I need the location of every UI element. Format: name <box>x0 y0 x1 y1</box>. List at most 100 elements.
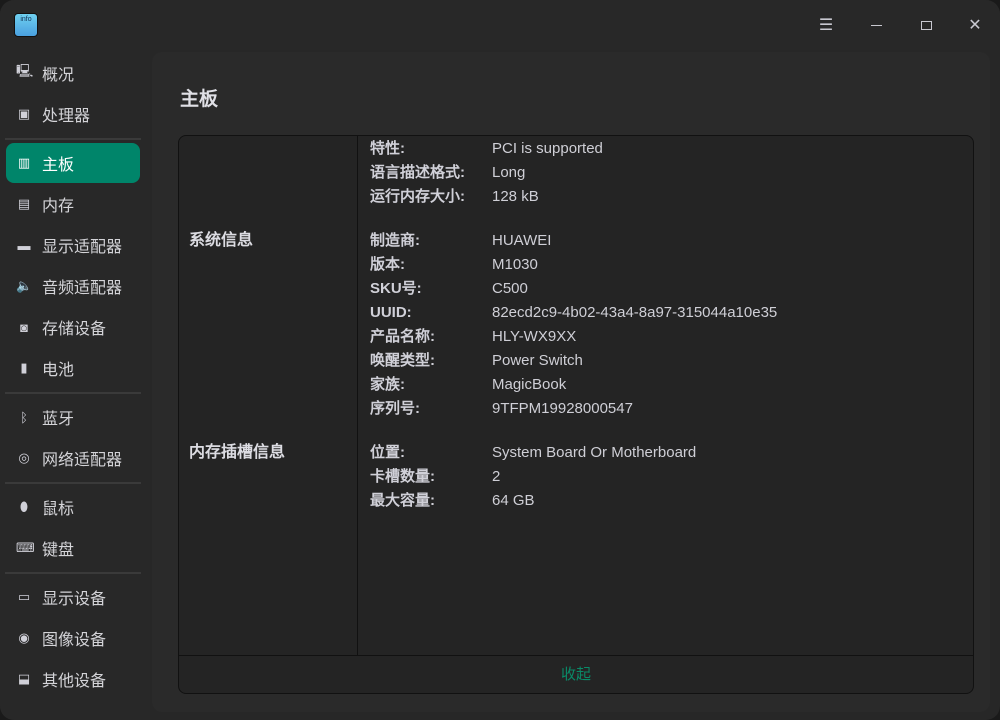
storage-icon: ◙ <box>20 319 28 335</box>
bluetooth-icon: ᛒ <box>20 409 28 425</box>
sidebar-item[interactable]: ⌨ 键盘 <box>6 528 140 568</box>
cpu-icon: ▣ <box>17 106 31 121</box>
info-value: 64 GB <box>492 492 535 509</box>
info-row: 卡槽数量: 2 <box>370 465 973 489</box>
info-key: UUID: <box>370 304 412 321</box>
info-value: HLY-WX9XX <box>492 328 577 345</box>
sidebar-separator <box>5 138 141 140</box>
info-value: C500 <box>492 280 528 297</box>
maximize-button[interactable] <box>913 12 939 38</box>
info-key: SKU号: <box>370 280 422 297</box>
sidebar-item[interactable]: ▬ 显示适配器 <box>6 225 140 265</box>
info-value: 9TFPM19928000547 <box>492 400 633 417</box>
info-value: 82ecd2c9-4b02-43a4-8a97-315044a10e35 <box>492 304 778 321</box>
close-button[interactable]: ✕ <box>962 12 988 38</box>
sidebar-item[interactable]: ⬓ 其他设备 <box>6 659 140 699</box>
collapse-button[interactable]: 收起 <box>179 655 973 693</box>
sidebar-item-label: 主板 <box>42 157 75 174</box>
motherboard-icon: ▥ <box>17 155 31 170</box>
keyboard-icon: ⌨ <box>16 540 35 555</box>
info-value: PCI is supported <box>492 140 603 157</box>
device-info-window: info ☰ ✕ 🖳 概况 ▣ 处理器 ▥ 主板 ▤ 内存 ▬ 显示适配器 🔈 音频适配器 ◙ 存储设备 ▮… <box>0 0 1000 720</box>
info-value: MagicBook <box>492 376 567 393</box>
sidebar: 🖳 概况 ▣ 处理器 ▥ 主板 ▤ 内存 ▬ 显示适配器 🔈 音频适配器 ◙ 存储设备 ▮ 电池 ᛒ 蓝牙 ◎ 网络适… <box>0 50 150 720</box>
minimize-icon <box>870 24 882 26</box>
sidebar-item[interactable]: ▭ 显示设备 <box>6 577 140 617</box>
computer-icon: 🖳 <box>16 63 34 78</box>
app-logo-icon: info <box>14 13 38 37</box>
info-section: ACPI is supportedUSB legacy is supported… <box>179 136 973 219</box>
network-icon: ◎ <box>18 450 30 465</box>
maximize-icon <box>920 20 932 30</box>
section-label: 系统信息 <box>189 232 254 249</box>
sidebar-separator <box>5 572 141 574</box>
sidebar-item-label: 网络适配器 <box>42 452 123 469</box>
sidebar-item[interactable]: ⬮ 鼠标 <box>6 487 140 527</box>
info-row: 版本: M1030 <box>370 253 973 277</box>
section-label: 内存插槽信息 <box>189 444 286 461</box>
monitor-icon: ▭ <box>17 589 31 604</box>
info-key: 唤醒类型: <box>370 352 435 369</box>
info-section: 内存插槽信息 位置: System Board Or Motherboard 卡槽数量… <box>179 431 973 523</box>
sidebar-item-label: 显示设备 <box>42 591 107 608</box>
section-label <box>179 136 358 209</box>
sidebar-item-label: 处理器 <box>42 108 91 125</box>
menu-icon: ☰ <box>818 17 834 34</box>
info-row: 家族: MagicBook <box>370 373 973 397</box>
sidebar-item[interactable]: ᛒ 蓝牙 <box>6 397 140 437</box>
info-row: 语言描述格式: Long <box>370 161 973 185</box>
info-key: 序列号: <box>370 400 420 417</box>
info-key: 语言描述格式: <box>370 164 465 181</box>
info-value: System Board Or Motherboard <box>492 444 697 461</box>
minimize-button[interactable] <box>863 12 889 38</box>
info-table: ACPI is supportedUSB legacy is supported… <box>178 135 974 694</box>
sidebar-item[interactable]: ▣ 处理器 <box>6 94 140 134</box>
memory-icon: ▤ <box>17 196 31 211</box>
sidebar-item-label: 显示适配器 <box>42 239 123 256</box>
info-key: 卡槽数量: <box>370 468 435 485</box>
sidebar-separator <box>5 392 141 394</box>
info-row: 唤醒类型: Power Switch <box>370 349 973 373</box>
info-row: 序列号: 9TFPM19928000547 <box>370 397 973 421</box>
sidebar-item[interactable]: ◙ 存储设备 <box>6 307 140 347</box>
sidebar-item-label: 其他设备 <box>42 673 107 690</box>
speaker-icon: 🔈 <box>16 278 33 293</box>
sidebar-item[interactable]: 🖳 概况 <box>6 53 140 93</box>
sidebar-item-label: 音频适配器 <box>42 280 123 297</box>
sidebar-item-label: 图像设备 <box>42 632 107 649</box>
mouse-icon: ⬮ <box>19 499 29 514</box>
info-value: 128 kB <box>492 188 539 205</box>
close-icon: ✕ <box>968 17 982 34</box>
info-value: Power Switch <box>492 352 583 369</box>
info-key: 产品名称: <box>370 328 435 345</box>
info-table-body[interactable]: ACPI is supportedUSB legacy is supported… <box>179 136 973 655</box>
sidebar-separator <box>5 482 141 484</box>
sidebar-item[interactable]: ▤ 内存 <box>6 184 140 224</box>
sidebar-item-label: 概况 <box>42 67 75 84</box>
sidebar-item[interactable]: ◉ 图像设备 <box>6 618 140 658</box>
sidebar-item-label: 内存 <box>42 198 75 215</box>
sidebar-item-label: 键盘 <box>42 542 75 559</box>
info-key: 特性: <box>370 140 405 157</box>
sidebar-item-label: 鼠标 <box>42 501 75 518</box>
sidebar-item[interactable]: ▮ 电池 <box>6 348 140 388</box>
info-row: 位置: System Board Or Motherboard <box>370 441 973 465</box>
info-key: 运行内存大小: <box>370 188 465 205</box>
info-value: 2 <box>492 468 501 485</box>
info-key: 版本: <box>370 256 405 273</box>
sidebar-item[interactable]: 🔈 音频适配器 <box>6 266 140 306</box>
column-divider <box>357 136 358 655</box>
info-row: SKU号: C500 <box>370 277 973 301</box>
sidebar-item[interactable]: ◎ 网络适配器 <box>6 438 140 478</box>
info-key: 家族: <box>370 376 405 393</box>
info-row: UUID: 82ecd2c9-4b02-43a4-8a97-315044a10e3… <box>370 301 973 325</box>
info-row: 特性: PCI is supported <box>370 137 973 161</box>
battery-icon: ▮ <box>20 360 28 375</box>
other-device-icon: ⬓ <box>17 671 31 686</box>
menu-button[interactable]: ☰ <box>813 12 839 38</box>
display-adapter-icon: ▬ <box>17 237 31 253</box>
titlebar: info ☰ ✕ <box>0 0 1000 50</box>
info-section: 系统信息 制造商: HUAWEI 版本: M1030 SKU号: C500 UUID: 82ec… <box>179 219 973 431</box>
info-key: 最大容量: <box>370 492 435 509</box>
sidebar-item[interactable]: ▥ 主板 <box>6 143 140 183</box>
